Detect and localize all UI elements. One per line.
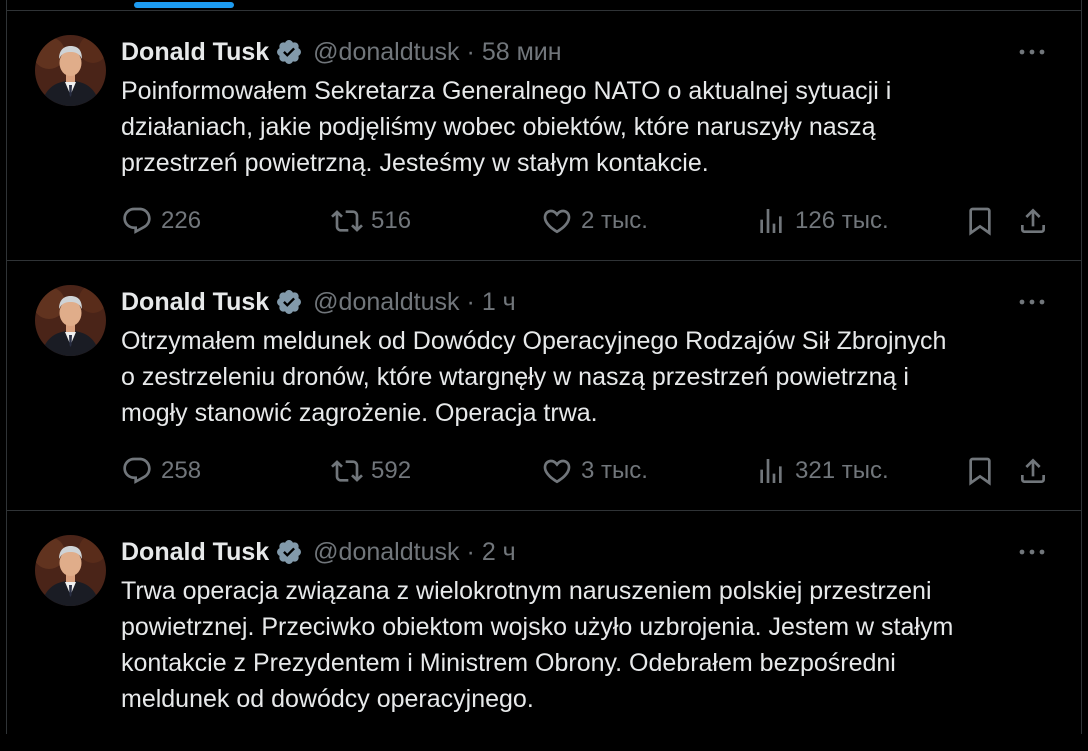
verified-badge-icon: [277, 540, 302, 564]
verified-badge-icon: [277, 40, 302, 64]
more-icon[interactable]: [1018, 295, 1046, 309]
more-icon[interactable]: [1018, 545, 1046, 559]
author-name[interactable]: Donald Tusk: [121, 38, 269, 67]
like-count: 2 тыс.: [581, 207, 648, 234]
retweet-count: 592: [371, 457, 412, 484]
reply-icon: [123, 457, 151, 484]
tweet-text-line: kontakcie z Prezydentem i Ministrem Obro…: [121, 649, 896, 677]
author-handle[interactable]: @donaldtusk: [313, 538, 459, 567]
share-button[interactable]: [1017, 203, 1049, 239]
heart-icon: [543, 459, 571, 484]
tweet-actions: 258 592 3 тыс. 321 тыс.: [121, 453, 1051, 489]
like-count: 3 тыс.: [581, 457, 648, 484]
tweet-text-line: mogły stanowić zagrożenie. Operacja trwa…: [121, 399, 598, 427]
tweet-text-line: meldunek od dowódcy operacyjnego.: [121, 685, 534, 713]
separator: ·: [466, 287, 475, 316]
avatar[interactable]: [35, 535, 106, 606]
tweet-actions: 226 516 2 тыс. 126 тыс.: [121, 203, 1051, 239]
tweet[interactable]: Donald Tusk @donaldtusk · 1 ч Otrzymałem…: [7, 261, 1081, 511]
reply-button[interactable]: 258: [121, 453, 201, 489]
tweet-text-line: przestrzeń powietrzną. Jesteśmy w stałym…: [121, 149, 709, 177]
retweet-button[interactable]: 516: [331, 203, 411, 239]
more-icon[interactable]: [1018, 45, 1046, 59]
avatar[interactable]: [35, 35, 106, 106]
author-name[interactable]: Donald Tusk: [121, 288, 269, 317]
tweet[interactable]: Donald Tusk @donaldtusk · 2 ч Trwa opera…: [7, 511, 1081, 751]
retweet-count: 516: [371, 207, 412, 234]
share-icon: [1021, 458, 1045, 483]
tweet-time[interactable]: 2 ч: [482, 538, 516, 567]
retweet-button[interactable]: 592: [331, 453, 411, 489]
tweet-time[interactable]: 1 ч: [482, 288, 516, 317]
reply-button[interactable]: 226: [121, 203, 201, 239]
like-button[interactable]: 2 тыс.: [541, 203, 648, 239]
tweet-text-line: Poinformowałem Sekretarza Generalnego NA…: [121, 77, 892, 105]
share-icon: [1021, 208, 1045, 233]
bookmark-icon: [969, 457, 991, 486]
reply-count: 258: [161, 457, 202, 484]
tweet-text-line: Trwa operacja związana z wielokrotnym na…: [121, 577, 932, 605]
bookmark-button[interactable]: [964, 203, 996, 239]
retweet-icon: [331, 210, 363, 232]
like-button[interactable]: 3 тыс.: [541, 453, 648, 489]
reply-icon: [123, 207, 151, 234]
views-icon: [760, 209, 782, 233]
share-button[interactable]: [1017, 453, 1049, 489]
author-handle[interactable]: @donaldtusk: [313, 288, 459, 317]
tweet-time[interactable]: 58 мин: [482, 38, 562, 67]
tweet-text-line: działaniach, jakie podjęliśmy wobec obie…: [121, 113, 876, 141]
tweet-header: Donald Tusk @donaldtusk · 58 мин: [121, 35, 562, 69]
author-handle[interactable]: @donaldtusk: [313, 38, 459, 67]
retweet-icon: [331, 460, 363, 482]
views-count: 126 тыс.: [795, 207, 889, 234]
reply-count: 226: [161, 207, 202, 234]
views-button[interactable]: 126 тыс.: [755, 203, 889, 239]
bookmark-button[interactable]: [964, 453, 996, 489]
tweet-header: Donald Tusk @donaldtusk · 1 ч: [121, 285, 516, 319]
tweet-text: Otrzymałem meldunek od Dowódcy Operacyjn…: [121, 323, 1051, 431]
tweet-text-line: Otrzymałem meldunek od Dowódcy Operacyjn…: [121, 327, 947, 355]
author-name[interactable]: Donald Tusk: [121, 538, 269, 567]
views-icon: [760, 459, 782, 483]
tweet[interactable]: Donald Tusk @donaldtusk · 58 мин Poinfor…: [7, 11, 1081, 261]
bookmark-icon: [969, 207, 991, 236]
verified-badge-icon: [277, 290, 302, 314]
views-count: 321 тыс.: [795, 457, 889, 484]
views-button[interactable]: 321 тыс.: [755, 453, 889, 489]
avatar[interactable]: [35, 285, 106, 356]
tweet-text-line: o zestrzeleniu dronów, które wtargnęły w…: [121, 363, 909, 391]
separator: ·: [466, 37, 475, 66]
tweet-text: Trwa operacja związana z wielokrotnym na…: [121, 573, 1051, 717]
tweet-header: Donald Tusk @donaldtusk · 2 ч: [121, 535, 516, 569]
tweet-text-line: powietrznej. Przeciwko obiektom wojsko u…: [121, 613, 954, 641]
separator: ·: [466, 537, 475, 566]
tweet-text: Poinformowałem Sekretarza Generalnego NA…: [121, 73, 1051, 181]
heart-icon: [543, 209, 571, 234]
active-tab-indicator: [134, 2, 234, 8]
